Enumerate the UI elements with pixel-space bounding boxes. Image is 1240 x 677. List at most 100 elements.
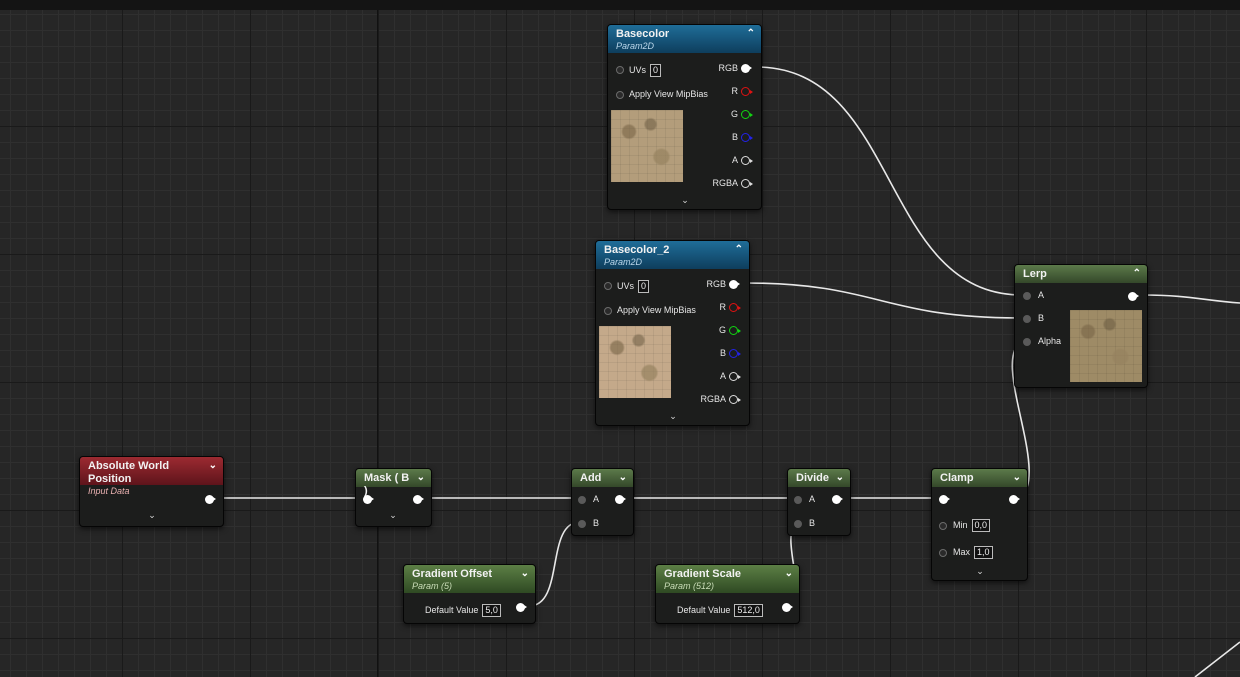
chevron-down-icon[interactable]: ⌄ (974, 566, 986, 577)
chevron-down-icon[interactable]: ⌄ (146, 510, 158, 521)
lerp-a-input-pin[interactable] (1023, 292, 1031, 300)
chevron-down-icon[interactable]: ⌄ (836, 472, 844, 484)
clamp-input-pin[interactable] (939, 495, 950, 504)
divide-a-input-pin[interactable] (794, 496, 802, 504)
rgba-output-pin[interactable] (741, 179, 753, 188)
mipbias-input-pin[interactable] (604, 307, 612, 315)
rgba-output-pin[interactable] (729, 395, 741, 404)
chevron-down-icon[interactable]: ⌄ (785, 568, 793, 580)
min-value-field[interactable]: 0,0 (971, 519, 991, 532)
wire-basecolor2-rgb-to-lerp-b (743, 282, 1023, 319)
mipbias-input-pin[interactable] (616, 91, 624, 99)
basecolor2-node[interactable]: Basecolor_2 Param2D ⌃ UVs 0 Apply View Mi… (595, 240, 750, 426)
max-label: Max (953, 547, 971, 557)
divide-b-input-pin[interactable] (794, 520, 802, 528)
a-output-pin[interactable] (729, 372, 741, 381)
gradient-offset-node[interactable]: Gradient Offset Param (5) ⌄ Default Valu… (403, 564, 536, 624)
chevron-down-icon[interactable]: ⌄ (387, 510, 399, 521)
node-title: Absolute World Position (88, 460, 170, 485)
chevron-up-icon[interactable]: ⌃ (735, 244, 743, 256)
mask-input-pin[interactable] (363, 495, 374, 504)
chevron-down-icon[interactable]: ⌄ (209, 460, 217, 472)
b-output-pin[interactable] (741, 133, 753, 142)
g-output-pin[interactable] (741, 110, 753, 119)
node-title: Gradient Scale (664, 568, 742, 580)
absolute-world-position-node[interactable]: Absolute World Position Input Data ⌄ ⌄ (79, 456, 224, 527)
texture-preview (611, 110, 683, 182)
graph-divider-line (377, 10, 378, 677)
max-value-field[interactable]: 1,0 (974, 546, 993, 559)
default-value-field[interactable]: 5,0 (482, 604, 501, 617)
g-output-pin[interactable] (729, 326, 741, 335)
basecolor2-header[interactable]: Basecolor_2 Param2D ⌃ (596, 241, 749, 269)
chevron-down-icon[interactable]: ⌄ (521, 568, 529, 580)
output-b-label: B (731, 132, 738, 142)
r-output-pin[interactable] (741, 87, 753, 96)
output-rgb-label: RGB (706, 279, 726, 289)
chevron-down-icon[interactable]: ⌄ (667, 411, 679, 422)
b-output-pin[interactable] (729, 349, 741, 358)
clamp-output-pin[interactable] (1009, 495, 1020, 504)
node-title: Basecolor (616, 28, 670, 40)
uvs-value-field[interactable]: 0 (650, 64, 662, 77)
chevron-down-icon[interactable]: ⌄ (619, 472, 627, 484)
a-output-pin[interactable] (741, 156, 753, 165)
chevron-down-icon[interactable]: ⌄ (679, 195, 691, 206)
node-subtitle: Param2D (616, 41, 655, 51)
uvs-input-pin[interactable] (616, 66, 624, 74)
add-node[interactable]: Add ⌄ A B (571, 468, 634, 536)
chevron-down-icon[interactable]: ⌄ (417, 472, 425, 484)
add-header[interactable]: Add ⌄ (572, 469, 633, 487)
input-alpha-label: Alpha (1038, 336, 1062, 346)
gradient-offset-output-pin[interactable] (516, 603, 527, 612)
default-value-label: Default Value (677, 605, 731, 615)
uvs-value-field[interactable]: 0 (638, 280, 650, 293)
basecolor-header[interactable]: Basecolor Param2D ⌃ (608, 25, 761, 53)
lerp-output-pin[interactable] (1128, 292, 1139, 301)
gradient-scale-node[interactable]: Gradient Scale Param (512) ⌄ Default Val… (655, 564, 800, 624)
lerp-header[interactable]: Lerp ⌃ (1015, 265, 1147, 283)
wire-lerp-out (1138, 294, 1240, 304)
divide-header[interactable]: Divide ⌄ (788, 469, 850, 487)
chevron-down-icon[interactable]: ⌄ (1013, 472, 1021, 484)
wire-offscreen-out (1194, 641, 1240, 677)
input-a-label: A (809, 494, 816, 504)
add-output-pin[interactable] (615, 495, 626, 504)
lerp-b-input-pin[interactable] (1023, 315, 1031, 323)
add-a-input-pin[interactable] (578, 496, 586, 504)
uvs-input-pin[interactable] (604, 282, 612, 290)
default-value-field[interactable]: 512,0 (734, 604, 763, 617)
node-subtitle: Param (5) (412, 581, 453, 591)
rgb-output-pin[interactable] (729, 280, 740, 289)
clamp-node[interactable]: Clamp ⌄ Min 0,0 Max 1,0 ⌄ (931, 468, 1028, 581)
chevron-up-icon[interactable]: ⌃ (1133, 268, 1141, 280)
gradient-scale-header[interactable]: Gradient Scale Param (512) ⌄ (656, 565, 799, 593)
mask-header[interactable]: Mask ( B ) ⌄ (356, 469, 431, 497)
texture-preview (599, 326, 671, 398)
node-title: Gradient Offset (412, 568, 493, 580)
output-g-label: G (718, 325, 726, 335)
r-output-pin[interactable] (729, 303, 741, 312)
divide-output-pin[interactable] (832, 495, 843, 504)
lerp-alpha-input-pin[interactable] (1023, 338, 1031, 346)
max-input-pin[interactable] (939, 549, 947, 557)
chevron-up-icon[interactable]: ⌃ (747, 28, 755, 40)
mask-output-pin[interactable] (413, 495, 424, 504)
absolute-world-position-header[interactable]: Absolute World Position Input Data ⌄ (80, 457, 223, 496)
mask-node[interactable]: Mask ( B ) ⌄ ⌄ (355, 468, 432, 527)
divide-node[interactable]: Divide ⌄ A B (787, 468, 851, 536)
basecolor-node[interactable]: Basecolor Param2D ⌃ UVs 0 Apply View MipB… (607, 24, 762, 210)
add-b-input-pin[interactable] (578, 520, 586, 528)
gradient-scale-output-pin[interactable] (782, 603, 793, 612)
node-subtitle: Param2D (604, 257, 643, 267)
lerp-node[interactable]: Lerp ⌃ A B Alpha (1014, 264, 1148, 388)
output-g-label: G (730, 109, 738, 119)
rgb-output-pin[interactable] (741, 64, 752, 73)
clamp-header[interactable]: Clamp ⌄ (932, 469, 1027, 487)
gradient-offset-header[interactable]: Gradient Offset Param (5) ⌄ (404, 565, 535, 593)
world-position-output-pin[interactable] (205, 495, 216, 504)
min-input-pin[interactable] (939, 522, 947, 530)
input-b-label: B (593, 518, 600, 528)
output-rgba-label: RGBA (712, 178, 738, 188)
node-title: Clamp (940, 472, 974, 484)
